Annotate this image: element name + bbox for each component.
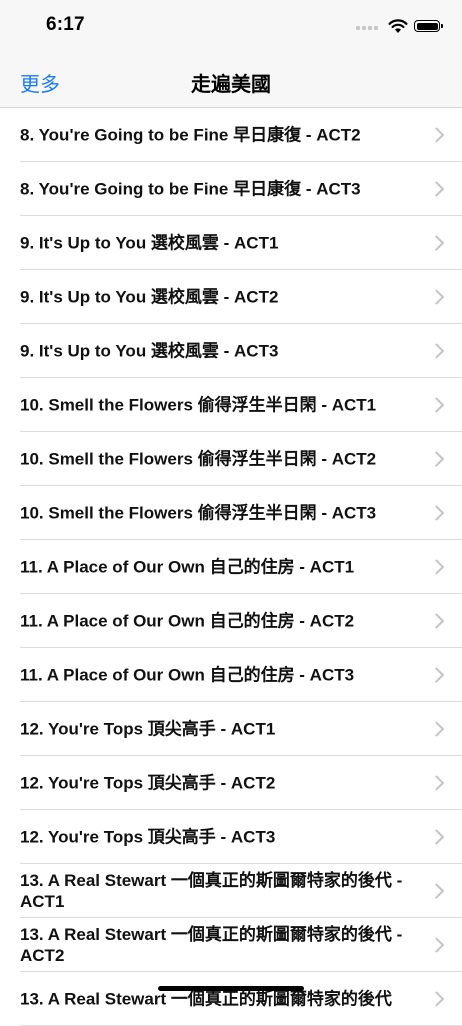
chevron-right-icon [428,288,445,305]
list-item[interactable]: 11. A Place of Our Own 自己的住房 - ACT2 [20,594,462,648]
episode-list: 8. You're Going to be Fine 早日康復 - ACT2 8… [0,108,462,1026]
list-item-label: 8. You're Going to be Fine 早日康復 - ACT3 [20,179,361,198]
list-item-label: 10. Smell the Flowers 偷得浮生半日閑 - ACT1 [20,395,377,414]
list-item[interactable]: 10. Smell the Flowers 偷得浮生半日閑 - ACT2 [20,432,462,486]
list-item[interactable]: 9. It's Up to You 選校風雲 - ACT3 [20,324,462,378]
chevron-right-icon [428,558,445,575]
chevron-right-icon [428,450,445,467]
list-item[interactable]: 13. A Real Stewart 一個真正的斯圖爾特家的後代 - ACT2 [20,918,462,972]
list-item-label: 10. Smell the Flowers 偷得浮生半日閑 - ACT3 [20,503,377,522]
status-icons [356,17,446,37]
list-item[interactable]: 12. You're Tops 頂尖高手 - ACT3 [20,810,462,864]
chevron-right-icon [428,612,445,629]
list-item[interactable]: 8. You're Going to be Fine 早日康復 - ACT2 [20,108,462,162]
list-item[interactable]: 9. It's Up to You 選校風雲 - ACT1 [20,216,462,270]
list-item-label: 8. You're Going to be Fine 早日康復 - ACT2 [20,125,361,144]
list-item[interactable]: 9. It's Up to You 選校風雲 - ACT2 [20,270,462,324]
list-item-label: 12. You're Tops 頂尖高手 - ACT3 [20,827,276,846]
list-item-label: 13. A Real Stewart 一個真正的斯圖爾特家的後代 - ACT1 [20,870,403,911]
list-item-label: 13. A Real Stewart 一個真正的斯圖爾特家的後代 - ACT2 [20,924,403,965]
status-bar: 6:17 [0,0,462,54]
chevron-right-icon [428,342,445,359]
list-item[interactable]: 10. Smell the Flowers 偷得浮生半日閑 - ACT3 [20,486,462,540]
wifi-icon [388,19,408,33]
chevron-right-icon [428,504,445,521]
list-item-label: 11. A Place of Our Own 自己的住房 - ACT2 [20,611,355,630]
list-item-label: 11. A Place of Our Own 自己的住房 - ACT3 [20,665,355,684]
chevron-right-icon [428,990,445,1007]
list-item[interactable]: 11. A Place of Our Own 自己的住房 - ACT1 [20,540,462,594]
chevron-right-icon [428,720,445,737]
cellular-signal-icon [356,26,378,30]
chevron-right-icon [428,180,445,197]
list-item-label: 9. It's Up to You 選校風雲 - ACT1 [20,233,279,252]
chevron-right-icon [428,666,445,683]
list-item-label: 13. A Real Stewart 一個真正的斯圖爾特家的後代 [20,989,392,1008]
list-item-label: 10. Smell the Flowers 偷得浮生半日閑 - ACT2 [20,449,377,468]
list-item-label: 12. You're Tops 頂尖高手 - ACT2 [20,773,276,792]
list-item[interactable]: 12. You're Tops 頂尖高手 - ACT2 [20,756,462,810]
chevron-right-icon [428,774,445,791]
list-item-label: 9. It's Up to You 選校風雲 - ACT2 [20,287,279,306]
list-item-label: 12. You're Tops 頂尖高手 - ACT1 [20,719,276,738]
status-time: 6:17 [46,14,85,35]
list-item[interactable]: 11. A Place of Our Own 自己的住房 - ACT3 [20,648,462,702]
chevron-right-icon [428,828,445,845]
navigation-bar: 更多 走遍美國 [0,54,462,108]
list-item[interactable]: 12. You're Tops 頂尖高手 - ACT1 [20,702,462,756]
list-item-label: 9. It's Up to You 選校風雲 - ACT3 [20,341,279,360]
home-indicator[interactable] [158,986,304,991]
chevron-right-icon [428,234,445,251]
list-item-label: 11. A Place of Our Own 自己的住房 - ACT1 [20,557,355,576]
list-item[interactable]: 8. You're Going to be Fine 早日康復 - ACT3 [20,162,462,216]
list-item[interactable]: 13. A Real Stewart 一個真正的斯圖爾特家的後代 - ACT1 [20,864,462,918]
list-item[interactable]: 10. Smell the Flowers 偷得浮生半日閑 - ACT1 [20,378,462,432]
list-item[interactable]: 13. A Real Stewart 一個真正的斯圖爾特家的後代 [20,972,462,1026]
chevron-right-icon [428,882,445,899]
chevron-right-icon [428,396,445,413]
chevron-right-icon [428,936,445,953]
page-title: 走遍美國 [191,74,271,96]
chevron-right-icon [428,126,445,143]
battery-icon [414,20,443,32]
